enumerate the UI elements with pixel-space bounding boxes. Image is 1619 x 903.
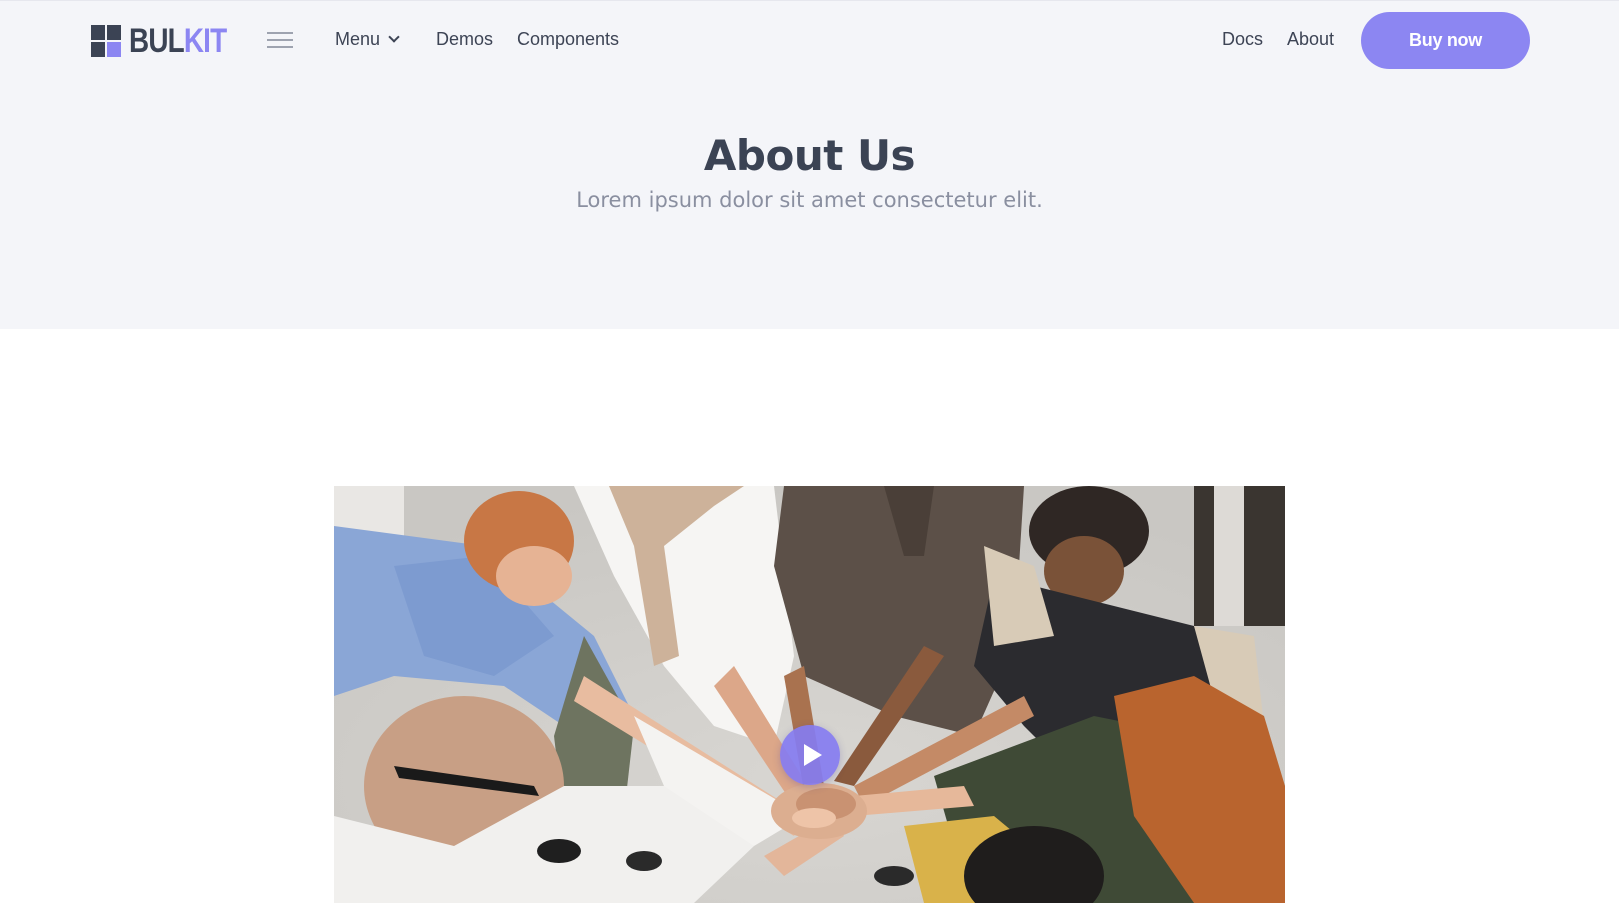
nav-menu-dropdown[interactable]: Menu [335, 28, 400, 50]
chevron-down-icon [388, 31, 400, 43]
nav-link-docs[interactable]: Docs [1222, 28, 1263, 50]
brand-part-2: KIT [183, 22, 227, 60]
logo-grid-icon [91, 25, 121, 57]
buy-now-button[interactable]: Buy now [1361, 12, 1530, 69]
play-icon [804, 744, 822, 766]
brand-wordmark: BULKIT [129, 22, 227, 60]
page-subtitle: Lorem ipsum dolor sit amet consectetur e… [576, 188, 1043, 212]
nav-link-components[interactable]: Components [517, 28, 619, 50]
nav-link-about[interactable]: About [1287, 28, 1334, 50]
play-video-button[interactable] [780, 725, 840, 785]
nav-link-demos[interactable]: Demos [436, 28, 493, 50]
top-divider [0, 0, 1619, 1]
team-photo [334, 486, 1285, 903]
nav-menu-label: Menu [335, 29, 381, 49]
brand-part-1: BUL [129, 22, 185, 60]
page-title: About Us [703, 131, 916, 180]
brand-logo[interactable]: BULKIT [91, 24, 248, 58]
hamburger-menu-icon[interactable] [267, 30, 295, 50]
